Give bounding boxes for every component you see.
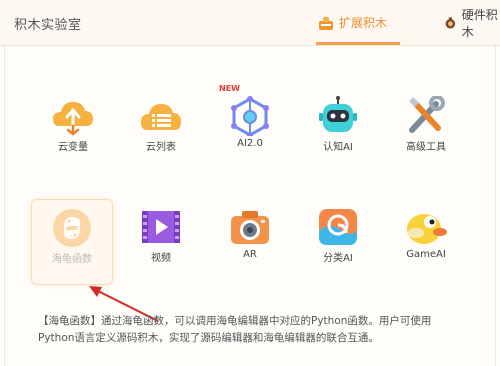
description-line-2: Python语言定义源码积木，实现了源码编辑器和海龟编辑器的联合互通。	[38, 332, 379, 344]
description-line-1: 【海龟函数】通过海龟函数，可以调用海龟编辑器中对应的Python函数。用户可使用	[38, 315, 432, 327]
annotation-arrow	[89, 286, 159, 322]
description-text: 【海龟函数】通过海龟函数，可以调用海龟编辑器中对应的Python函数。用户可使用…	[38, 313, 468, 347]
